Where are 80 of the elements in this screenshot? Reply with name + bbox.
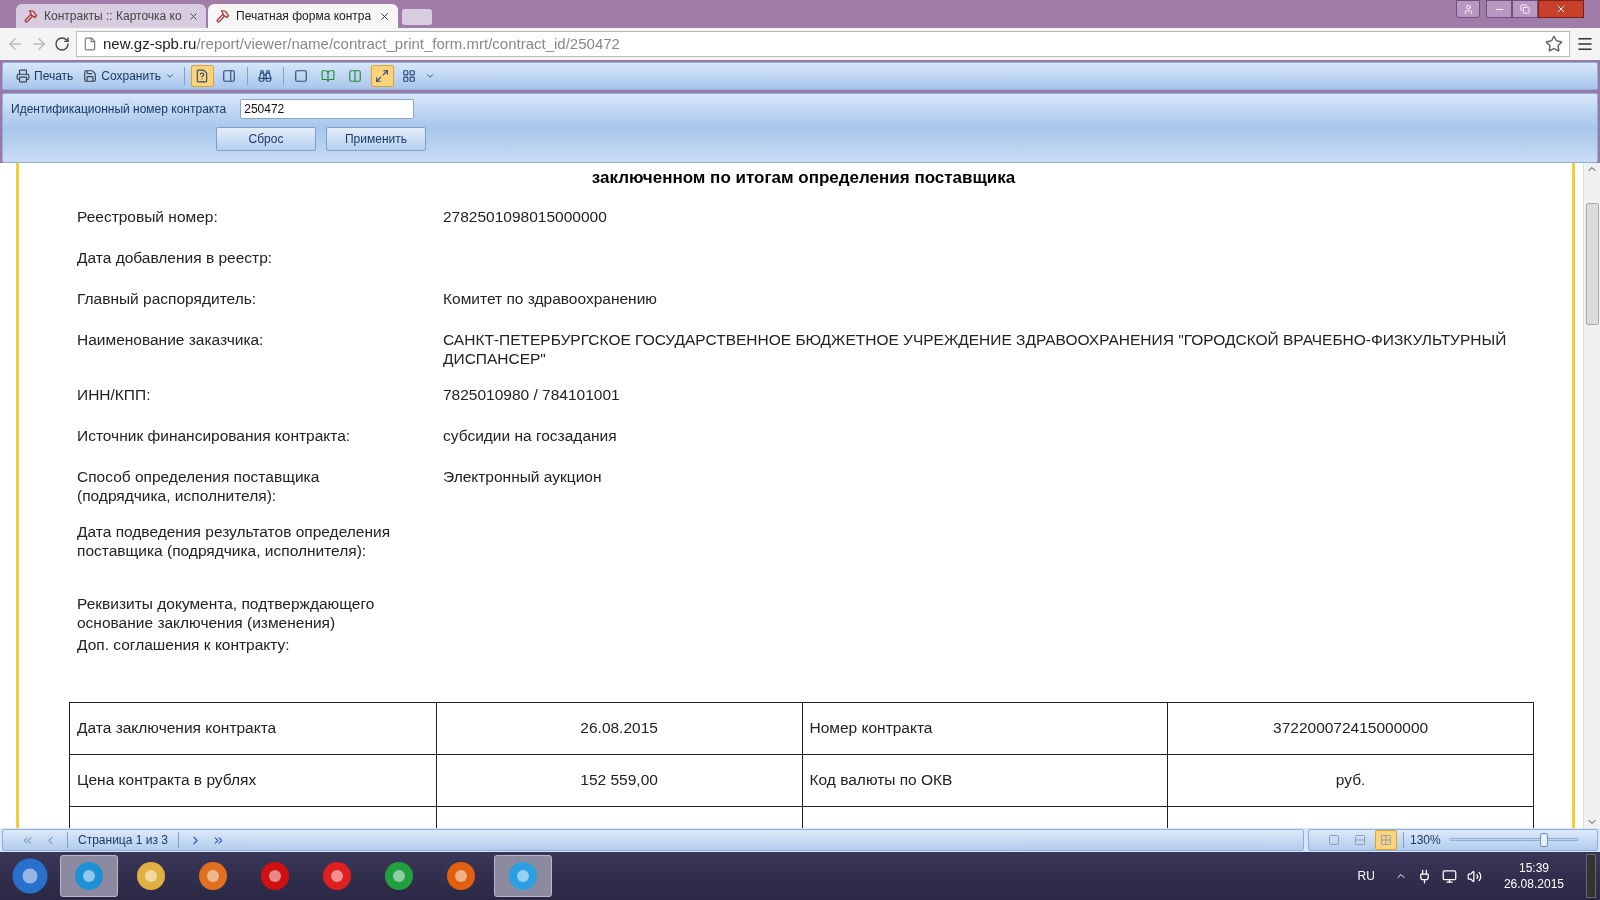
contract-id-field[interactable]: 250472 (240, 99, 415, 119)
help-document-button[interactable] (190, 65, 214, 87)
tab-title: Контракты :: Карточка ко (44, 8, 182, 25)
minimize-button[interactable] (1486, 0, 1512, 18)
field-label: Дата добавления в реестр: (77, 248, 273, 266)
close-icon[interactable] (187, 10, 199, 22)
field-label: Дата подведения результатов определения поставщика (подрядчика, исполнителя): (77, 522, 391, 559)
caret-icon[interactable] (424, 71, 435, 81)
two-pages-icon (1354, 834, 1366, 846)
table-cell-text: Номер контракта (809, 718, 933, 739)
field-label: Главный распорядитель: (77, 289, 257, 307)
tab-title: Печатная форма контра (236, 8, 373, 25)
grid-icon (402, 69, 417, 83)
table-cell-text: Дата заключения контракта (77, 718, 277, 739)
network-icon[interactable] (1441, 868, 1457, 884)
restore-icon (1520, 4, 1530, 14)
book-icon (321, 69, 336, 83)
field-label: Наименование заказчика: (77, 330, 264, 348)
page-icon (83, 37, 97, 51)
browser-tab[interactable]: Контракты :: Карточка ко (16, 4, 206, 28)
person-icon (1462, 3, 1474, 15)
slider-thumb[interactable] (1539, 833, 1548, 847)
apply-button[interactable]: Применить (326, 127, 426, 151)
profile-button[interactable] (1456, 0, 1480, 18)
caret-icon (164, 71, 175, 81)
address-bar[interactable]: new.gz-spb.ru/report/viewer/name/contract_print_form.mrt/contract_id/250472 (76, 31, 1570, 57)
table-cell-text: 372200072415000000 (1273, 718, 1429, 739)
fit-width-button[interactable] (370, 65, 394, 87)
field-value: 7825010980 / 784101001 (443, 385, 620, 403)
reset-button[interactable]: Сброс (216, 127, 316, 151)
language-indicator[interactable]: RU (1357, 867, 1375, 885)
fit-width-icon (375, 69, 390, 83)
field-value: 2782501098015000000 (443, 207, 607, 225)
show-desktop-button[interactable] (1586, 854, 1596, 898)
field-value: субсидии на госзадания (443, 426, 617, 444)
bookmark-star-icon[interactable] (1545, 35, 1563, 53)
single-page-icon (294, 69, 309, 83)
browser-tab[interactable]: Печатная форма контра (208, 4, 398, 28)
table-cell-text: 26.08.2015 (580, 718, 658, 739)
field-label: Реестровый номер: (77, 207, 218, 225)
speaker-icon[interactable] (1466, 868, 1482, 884)
table-cell-text: Код валюты по ОКВ (809, 770, 953, 791)
address-text: new.gz-spb.ru/report/viewer/name/contract_print_form.mrt/contract_id/250472 (103, 33, 620, 54)
two-columns-icon (348, 69, 363, 83)
gavel-icon (24, 9, 38, 23)
table-cell-text: руб. (1335, 770, 1366, 791)
field-value: САНКТ-ПЕТЕРБУРГСКОЕ ГОСУДАРСТВЕННОЕ БЮДЖЕТНОЕ УЧРЕЖДЕНИЕ ЗДРАВООХРАНЕНИЯ "ГОРОДСКОЙ ВРАЧЕБНО-ФИЗКУЛЬТУРНЫЙ ДИСПАНСЕР" (443, 330, 1507, 367)
parameter-label: Идентификационный номер контракта (11, 101, 227, 118)
side-panel-icon (222, 69, 237, 83)
clock-date[interactable]: 26.08.2015 (1503, 876, 1564, 892)
field-label: Источник финансирования контракта: (77, 426, 351, 444)
zoom-label: 130% (1410, 832, 1441, 849)
gavel-icon (216, 9, 230, 23)
report-heading: заключенном по итогам определения поставщика (590, 167, 1017, 189)
scrollbar-thumb[interactable] (1585, 203, 1599, 325)
field-label: Способ определения поставщика (подрядчика, исполнителя): (77, 467, 320, 504)
grid-icon (1380, 834, 1392, 846)
zoom-slider[interactable] (1448, 833, 1579, 847)
table-cell-text: 152 559,00 (580, 770, 658, 791)
page-indicator: Страница 1 из 3 (78, 832, 168, 849)
menu-icon[interactable] (1576, 35, 1594, 53)
print-button[interactable]: Печать (13, 65, 77, 87)
field-label: Доп. соглашения к контракту: (77, 635, 290, 653)
field-label: Реквизиты документа, подтверждающего основание заключения (изменения) (77, 594, 375, 631)
field-label: ИНН/КПП: (77, 385, 151, 403)
restore-button[interactable] (1512, 0, 1538, 18)
printer-icon (16, 69, 30, 83)
clock-time[interactable]: 15:39 (1518, 860, 1549, 876)
single-page-icon (1328, 834, 1340, 846)
close-icon (1555, 3, 1567, 15)
field-value: Электронный аукцион (443, 467, 602, 485)
close-icon[interactable] (379, 10, 390, 22)
scrollbar[interactable] (1583, 163, 1600, 828)
start-orb-icon[interactable] (10, 856, 50, 896)
reload-icon[interactable] (54, 36, 70, 52)
field-value: Комитет по здравоохранению (443, 289, 657, 307)
save-button[interactable]: Сохранить (80, 65, 178, 87)
binoculars-icon (258, 69, 273, 83)
table-cell-text: Цена контракта в рублях (77, 770, 257, 791)
help-document-icon (195, 69, 210, 83)
